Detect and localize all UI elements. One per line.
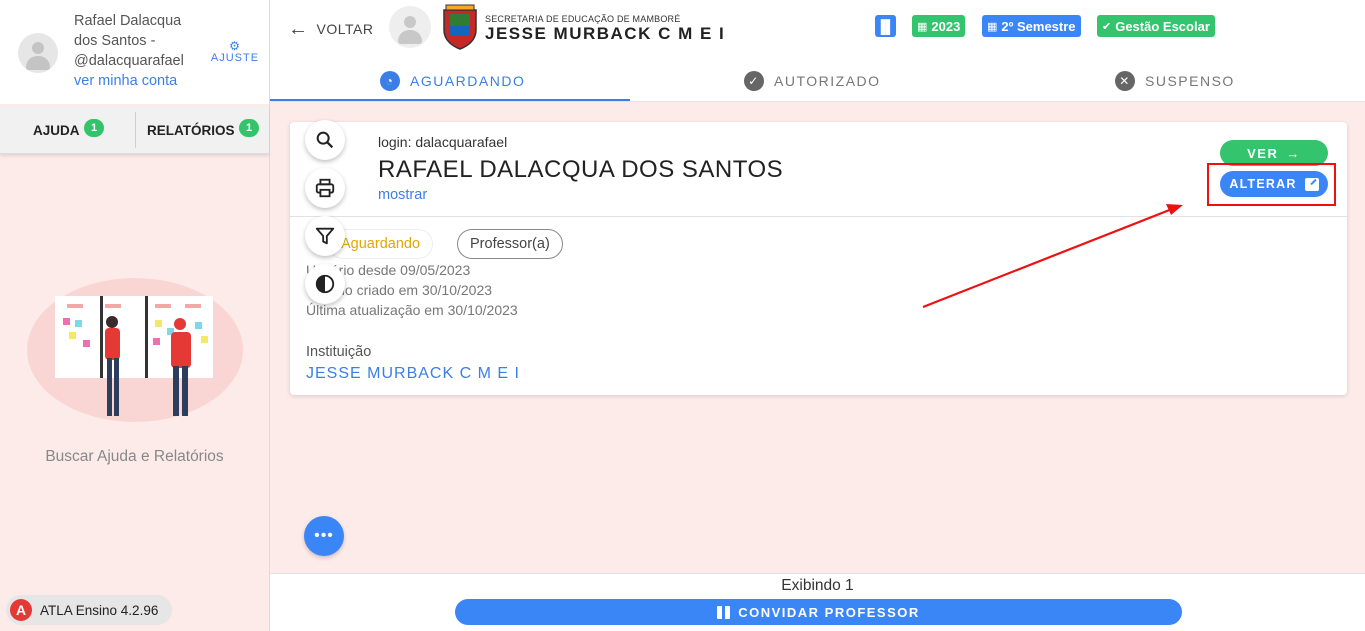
institution-value[interactable]: JESSE MURBACK C M E I [306,365,520,383]
user-full-name: RAFAEL DALACQUA DOS SANTOS [378,156,784,183]
role-chip: Professor(a) [457,229,563,259]
help-empty-text: Buscar Ajuda e Relatórios [45,448,224,465]
semester-label: 2º Semestre [1001,18,1076,34]
check-icon: ✓ [744,71,764,91]
close-icon: ✕ [1115,71,1135,91]
bar-chart-icon: ▐▌ [876,18,895,34]
tab-waiting[interactable]: ◔ AGUARDANDO [380,60,525,102]
more-dots-icon: ••• [314,527,334,544]
municipal-crest-logo [443,4,477,50]
active-tab-indicator [270,99,630,101]
clock-icon: ◔ [380,71,400,91]
settings-label: AJUSTE [210,52,260,64]
card-divider [290,216,1347,217]
filter-fab[interactable] [305,216,345,256]
stats-button[interactable]: ▐▌ [875,15,896,37]
school-title: JESSE MURBACK C M E I [485,24,726,43]
version-label: ATLA Ensino 4.2.96 [40,602,159,618]
user-box: Rafael Dalacqua dos Santos - @dalacquara… [0,0,269,104]
invite-label: CONVIDAR PROFESSOR [738,604,920,620]
year-pill[interactable]: ▦ 2023 [912,15,966,37]
user-card: login: dalacquarafael RAFAEL DALACQUA DO… [290,122,1347,395]
module-label: Gestão Escolar [1115,18,1210,34]
tab-suspended[interactable]: ✕ SUSPENSO [1115,60,1235,102]
tab-authorized[interactable]: ✓ AUTORIZADO [744,60,881,102]
version-badge[interactable]: A ATLA Ensino 4.2.96 [6,595,173,625]
sidebar-tabs: AJUDA 1 RELATÓRIOS 1 [0,106,269,154]
year-label: 2023 [931,18,961,34]
contrast-icon [315,274,335,294]
invite-teacher-button[interactable]: CONVIDAR PROFESSOR [455,599,1182,625]
secretaria-title: SECRETARIA DE EDUCAÇÃO DE MAMBORÉ [485,14,681,24]
last-update-text: Última atualização em 30/10/2023 [306,302,518,318]
login-text: login: dalacquarafael [378,134,508,150]
module-pill[interactable]: ✔ Gestão Escolar [1097,15,1215,37]
view-label: VER [1247,145,1279,161]
reports-count-badge: 1 [239,119,259,137]
search-fab[interactable] [305,120,345,160]
top-bar: ← VOLTAR SECRETARIA DE EDUCAÇÃO DE MAMBO… [270,0,1365,102]
printer-icon [315,178,335,198]
more-options-button[interactable]: ••• [304,516,344,556]
tab-divider [135,112,136,148]
search-icon [316,131,334,149]
help-count-badge: 1 [84,119,104,137]
user-name: Rafael Dalacqua dos Santos - @dalacquara… [74,13,184,69]
settings-button[interactable]: ⚙ AJUSTE [208,40,262,64]
calendar-icon: ▦ [917,20,928,33]
tab-suspended-label: SUSPENSO [1145,73,1235,89]
gift-icon [717,605,731,619]
semester-pill[interactable]: ▦ 2º Semestre [982,15,1081,37]
show-link[interactable]: mostrar [378,187,427,203]
tab-authorized-label: AUTORIZADO [774,73,881,89]
main-content: login: dalacquarafael RAFAEL DALACQUA DO… [270,102,1365,573]
sidebar: Rafael Dalacqua dos Santos - @dalacquara… [0,0,270,631]
footer: Exibindo 1 CONVIDAR PROFESSOR [270,573,1365,631]
back-button[interactable]: ← VOLTAR [288,18,374,40]
user-avatar[interactable] [18,33,58,73]
calendar-icon: ▦ [987,20,998,33]
print-fab[interactable] [305,168,345,208]
arrow-right-icon: → [1286,145,1301,161]
tab-help[interactable]: AJUDA [33,123,80,138]
profile-avatar[interactable] [389,6,431,48]
results-count: Exibindo 1 [781,577,854,594]
institution-label: Instituição [306,344,372,360]
annotation-highlight-box [1207,163,1336,206]
gear-icon: ⚙ [229,39,241,53]
back-label: VOLTAR [316,21,374,37]
arrow-left-icon: ← [288,18,309,40]
tab-waiting-label: AGUARDANDO [410,73,526,89]
contrast-fab[interactable] [305,264,345,304]
tab-reports[interactable]: RELATÓRIOS [147,123,235,138]
help-illustration [27,278,243,422]
account-link[interactable]: ver minha conta [74,73,177,89]
atla-logo-icon: A [10,599,32,621]
check-circle-icon: ✔ [1102,20,1112,33]
filter-icon [315,227,335,245]
